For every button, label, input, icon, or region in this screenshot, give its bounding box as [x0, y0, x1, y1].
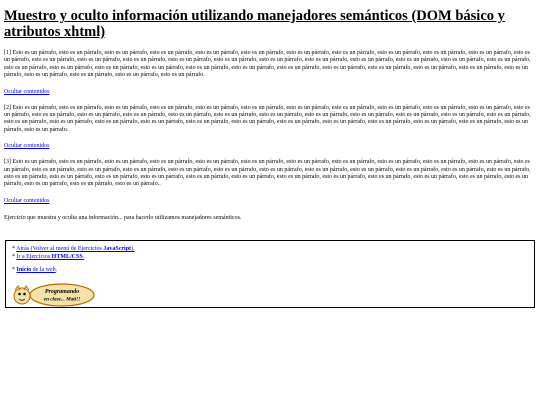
- paragraph-2: [2] Esto es un párrafo, esto es un párra…: [4, 104, 531, 133]
- nav-back: * Atrás (Volver al menú de Ejercicios Ja…: [12, 245, 528, 253]
- hide-contents-link-1[interactable]: Ocultar contenidos: [4, 88, 536, 96]
- html-css-link-text: Ir a Ejercicios: [16, 253, 52, 260]
- section-2: [2] Esto es un párrafo, esto es un párra…: [4, 105, 536, 151]
- section-3: [3] Esto es un párrafo, esto es un párra…: [4, 159, 536, 205]
- back-link[interactable]: Atrás (Volver al menú de Ejercicios Java…: [16, 246, 134, 252]
- back-link-suffix: ).: [131, 245, 135, 252]
- logo-badge: [29, 283, 95, 307]
- mascot-face-icon: [13, 287, 31, 305]
- mascot-eye-icon: [23, 292, 26, 296]
- paragraph-3: [3] Esto es un párrafo, esto es un párra…: [4, 159, 531, 188]
- logo-line-2: en clase... Mati!!: [44, 296, 80, 302]
- mascot-eye-icon: [18, 292, 21, 296]
- programando-logo[interactable]: Programando en clase... Mati!!: [12, 281, 96, 309]
- home-link-bold: Inicio: [16, 266, 32, 273]
- nav-goto: * Ir a Ejercicios HTML/CSS.: [12, 253, 528, 261]
- nav-home: * Inicio de la web.: [12, 266, 528, 274]
- hide-contents-link-2[interactable]: Ocultar contenidos: [4, 142, 536, 150]
- home-link[interactable]: Inicio de la web: [17, 267, 56, 273]
- section-1: [1] Esto es un párrafo, esto es un párra…: [4, 50, 536, 96]
- back-link-text: Atrás (Volver al menú de Ejercicios: [16, 245, 104, 252]
- logo-line-1: Programando: [45, 289, 79, 295]
- navigation-box: * Atrás (Volver al menú de Ejercicios Ja…: [5, 239, 535, 309]
- home-link-suffix: .: [55, 266, 58, 273]
- paragraph-1: [1] Esto es un párrafo, esto es un párra…: [4, 50, 531, 79]
- page: Muestro y oculto información utilizando …: [0, 0, 540, 308]
- exercise-description: Ejercicio que muestra y oculta una infor…: [4, 214, 242, 221]
- html-css-link-bold: HTML/CSS: [51, 253, 83, 260]
- hide-contents-link-3[interactable]: Ocultar contenidos: [4, 197, 536, 205]
- back-link-bold: JavaScript: [103, 245, 132, 252]
- html-css-link-suffix: .: [82, 253, 85, 260]
- page-title: Muestro y oculto información utilizando …: [4, 8, 505, 40]
- html-css-link[interactable]: Ir a Ejercicios HTML/CSS.: [17, 254, 85, 260]
- home-link-text: de la web: [31, 266, 56, 273]
